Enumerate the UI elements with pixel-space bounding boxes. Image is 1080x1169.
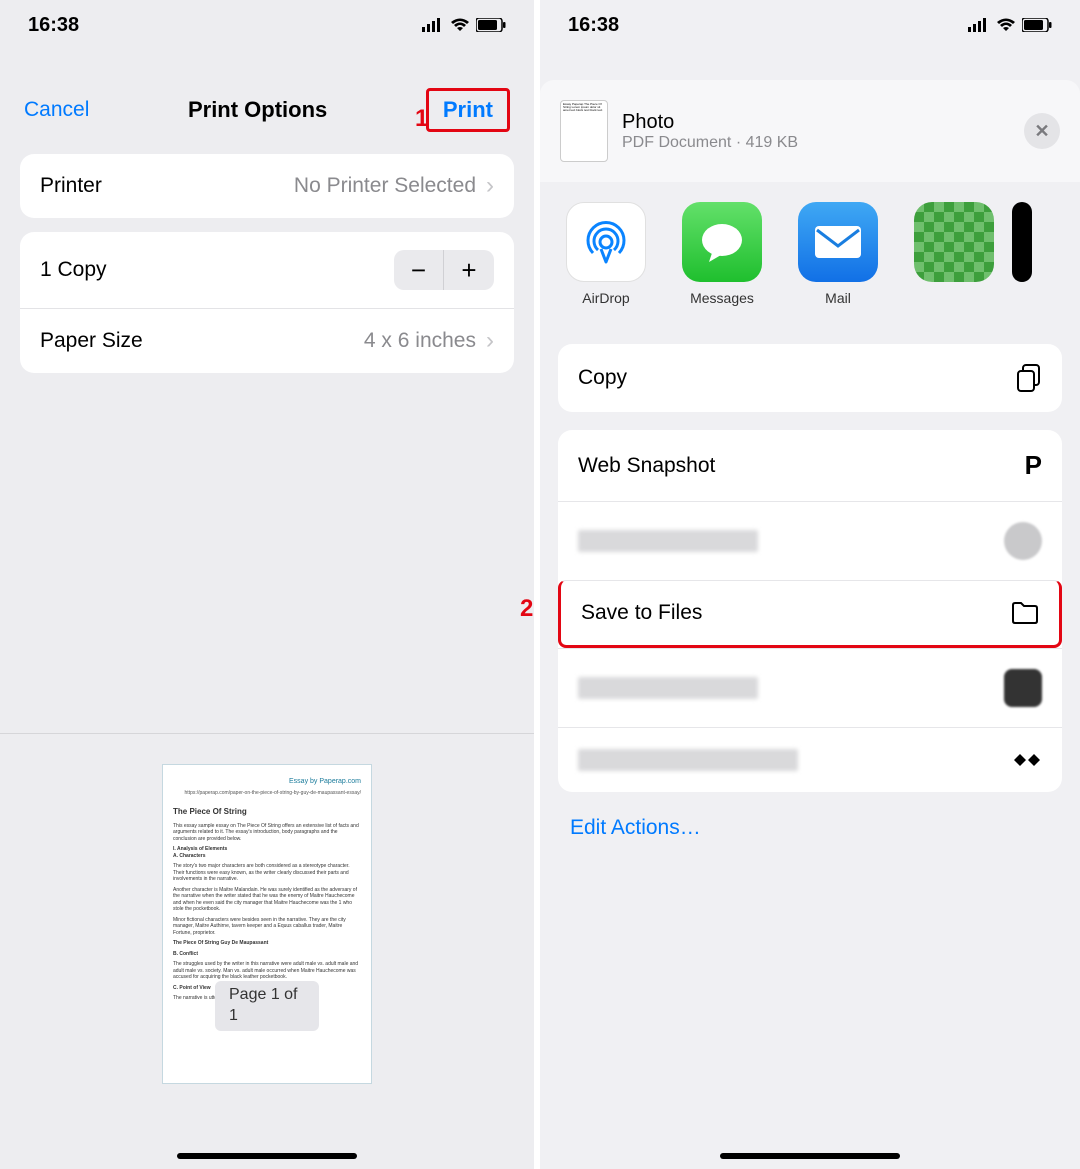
close-button[interactable]: ✕: [1024, 113, 1060, 149]
action-hidden-1[interactable]: [558, 501, 1062, 580]
app-mail[interactable]: Mail: [796, 202, 880, 306]
home-indicator[interactable]: [720, 1153, 900, 1159]
modal-title: Print Options: [188, 97, 327, 123]
app-hidden[interactable]: [912, 202, 996, 306]
share-header: Essay Paperap The Piece Of String Lorem …: [540, 80, 1080, 182]
pixelated-app-icon: [914, 202, 994, 282]
share-doc-thumbnail: Essay Paperap The Piece Of String Lorem …: [560, 100, 608, 162]
app-overflow[interactable]: [1012, 202, 1032, 306]
cellular-icon: [422, 18, 444, 32]
battery-icon: [476, 18, 506, 32]
doc-brand: Essay by Paperap.com: [173, 777, 361, 786]
annotation-2: 2: [520, 595, 533, 623]
annotation-1: 1: [415, 105, 428, 133]
close-icon: ✕: [1034, 121, 1049, 142]
printer-row[interactable]: Printer No Printer Selected ›: [20, 154, 514, 218]
share-apps-row[interactable]: AirDrop Messages Mail: [540, 182, 1080, 330]
status-icons: [968, 18, 1052, 32]
app-label: Mail: [825, 290, 851, 306]
share-sheet-screen: 16:38 Essay Paperap The Piece Of String …: [540, 0, 1080, 1169]
action-web-snapshot[interactable]: Web Snapshot P: [558, 430, 1062, 501]
blurred-label: [578, 677, 758, 699]
chevron-right-icon: ›: [486, 327, 494, 355]
status-bar: 16:38: [0, 0, 534, 50]
app-airdrop[interactable]: AirDrop: [564, 202, 648, 306]
blurred-icon: [1004, 669, 1042, 707]
action-label: Copy: [578, 366, 627, 390]
messages-icon: [682, 202, 762, 282]
share-meta: Photo PDF Document · 419 KB: [622, 111, 798, 152]
printer-value: No Printer Selected: [294, 174, 476, 198]
action-label: Save to Files: [581, 601, 702, 625]
action-save-to-files[interactable]: Save to Files: [558, 580, 1062, 648]
share-subtitle: PDF Document · 419 KB: [622, 134, 798, 152]
copy-icon: [1016, 364, 1042, 392]
app-label: Messages: [690, 290, 754, 306]
copies-label: 1 Copy: [40, 258, 107, 282]
printer-label: Printer: [40, 174, 102, 198]
paper-size-label: Paper Size: [40, 329, 143, 353]
decrement-button[interactable]: −: [394, 250, 444, 290]
mail-icon: [798, 202, 878, 282]
cellular-icon: [968, 18, 990, 32]
status-icons: [422, 18, 506, 32]
print-options-screen: 16:38 Cancel Print Options Print 1: [0, 0, 540, 1169]
status-bar: 16:38: [540, 0, 1080, 50]
print-button-highlight: Print: [426, 88, 510, 132]
app-label: AirDrop: [582, 290, 629, 306]
chevron-right-icon: ›: [486, 172, 494, 200]
paper-size-value: 4 x 6 inches: [364, 329, 476, 353]
increment-button[interactable]: +: [444, 250, 494, 290]
copies-stepper: − +: [394, 250, 494, 290]
action-copy[interactable]: Copy: [558, 344, 1062, 412]
sync-icon: [1012, 748, 1042, 772]
folder-icon: [1011, 601, 1039, 625]
print-button[interactable]: Print: [443, 97, 493, 122]
printer-group: Printer No Printer Selected ›: [20, 154, 514, 218]
edit-actions-button[interactable]: Edit Actions…: [540, 792, 1080, 864]
action-hidden-2[interactable]: [558, 648, 1062, 727]
modal-header: Cancel Print Options Print: [0, 80, 534, 140]
copies-row: 1 Copy − +: [20, 232, 514, 308]
share-title: Photo: [622, 111, 798, 134]
status-time: 16:38: [28, 14, 79, 37]
app-messages[interactable]: Messages: [680, 202, 764, 306]
battery-icon: [1022, 18, 1052, 32]
print-preview[interactable]: Essay by Paperap.com https://paperap.com…: [0, 733, 534, 1114]
status-time: 16:38: [568, 14, 619, 37]
cancel-button[interactable]: Cancel: [24, 98, 89, 122]
blurred-label: [578, 530, 758, 552]
doc-url: https://paperap.com/paper-on-the-piece-o…: [173, 790, 361, 797]
action-label: Web Snapshot: [578, 454, 715, 478]
wifi-icon: [996, 18, 1016, 32]
paper-size-row[interactable]: Paper Size 4 x 6 inches ›: [20, 308, 514, 373]
snapshot-icon: P: [1025, 450, 1042, 481]
page-badge: Page 1 of 1: [215, 981, 319, 1031]
wifi-icon: [450, 18, 470, 32]
blurred-label: [578, 749, 798, 771]
action-copy-group: Copy: [558, 344, 1062, 412]
print-settings-group: 1 Copy − + Paper Size 4 x 6 inches ›: [20, 232, 514, 373]
home-indicator[interactable]: [177, 1153, 357, 1159]
partial-app-icon: [1012, 202, 1032, 282]
blurred-icon: [1004, 522, 1042, 560]
action-main-group: Web Snapshot P Save to Files: [558, 430, 1062, 792]
airdrop-icon: [566, 202, 646, 282]
document-thumbnail[interactable]: Essay by Paperap.com https://paperap.com…: [162, 764, 372, 1084]
action-hidden-3[interactable]: [558, 727, 1062, 792]
doc-title: The Piece Of String: [173, 807, 361, 817]
